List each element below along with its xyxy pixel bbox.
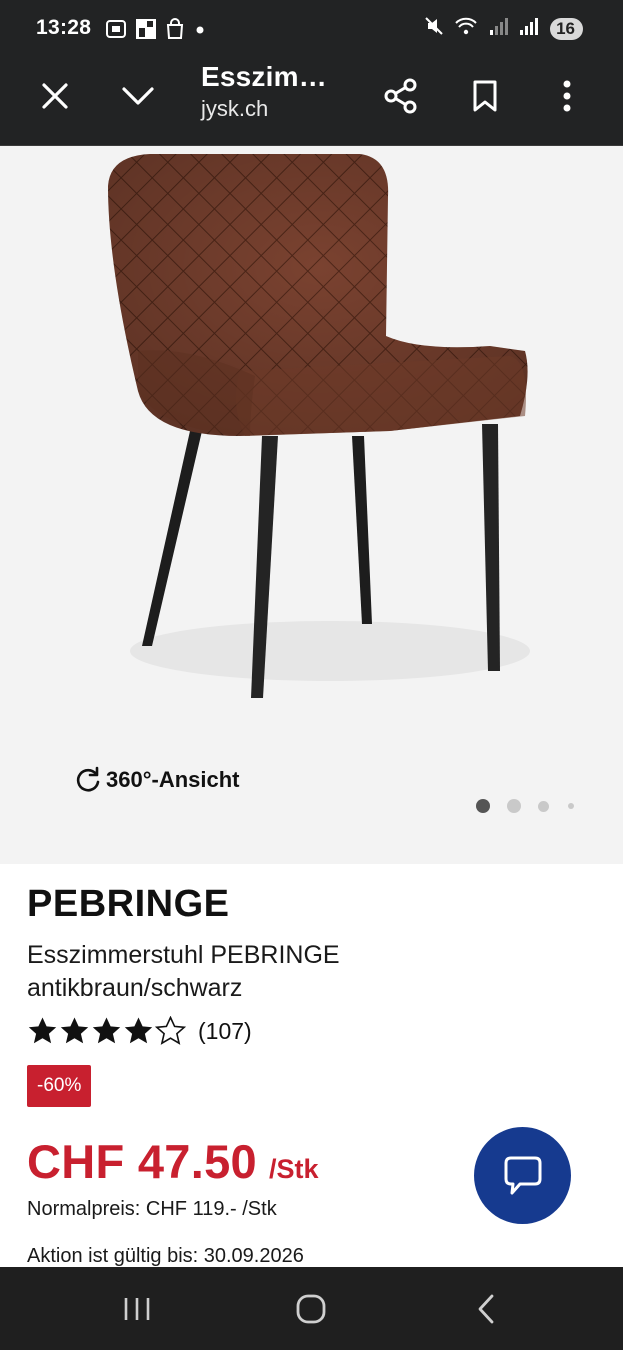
view-360-label: 360°-Ansicht xyxy=(106,767,240,792)
status-bar: 13:28 16 xyxy=(0,0,623,60)
browser-app-bar: Esszim… jysk.ch xyxy=(0,60,623,146)
chat-button[interactable] xyxy=(474,1127,571,1224)
product-price: CHF 47.50 /Stk xyxy=(27,1134,319,1189)
bookmark-icon xyxy=(473,80,497,112)
discount-badge: -60% xyxy=(27,1065,92,1107)
rotate-icon xyxy=(76,766,100,792)
signal-icon xyxy=(488,16,509,41)
back-icon xyxy=(478,1294,494,1324)
page-title: Esszim… xyxy=(201,61,327,92)
screenshot-icon xyxy=(105,19,127,44)
carousel-dot[interactable] xyxy=(507,799,521,813)
rating-count: (107) xyxy=(198,1017,252,1044)
signal-roaming-icon xyxy=(518,16,540,41)
more-options-button[interactable] xyxy=(543,72,591,120)
star-empty-icon xyxy=(155,1016,186,1045)
view-360-button[interactable]: 360°-Ansicht xyxy=(74,766,240,794)
rating-stars xyxy=(27,1016,186,1046)
status-left-icons xyxy=(105,18,207,45)
more-vertical-icon xyxy=(563,80,571,112)
carousel-dot[interactable] xyxy=(538,800,549,812)
product-rating[interactable]: (107) xyxy=(27,1016,252,1046)
status-time: 13:28 xyxy=(36,16,92,39)
star-filled-icon xyxy=(124,1017,153,1044)
offer-valid-until: Aktion ist gültig bis: 30.09.2026 xyxy=(27,1245,304,1267)
notification-dot-icon xyxy=(193,22,207,41)
product-brand: PEBRINGE xyxy=(27,883,230,925)
page-title-block[interactable]: Esszim… jysk.ch xyxy=(201,60,327,122)
close-icon xyxy=(42,83,68,109)
battery-icon: 16 xyxy=(550,17,583,40)
product-image xyxy=(108,154,530,698)
chat-bubble-icon xyxy=(504,1156,541,1194)
home-icon xyxy=(296,1294,326,1324)
star-filled-icon xyxy=(92,1017,121,1044)
product-image-carousel[interactable]: 360°-Ansicht xyxy=(0,146,623,864)
expand-button[interactable] xyxy=(114,72,162,120)
share-icon xyxy=(384,78,417,114)
product-subtitle: Esszimmerstuhl PEBRINGE antikbraun/schwa… xyxy=(27,941,340,1002)
star-filled-icon xyxy=(60,1017,89,1044)
wifi-icon xyxy=(454,16,478,41)
status-right-icons: 16 xyxy=(424,16,583,41)
shopping-bag-icon xyxy=(165,18,185,45)
gallery-icon xyxy=(135,18,157,45)
recents-icon xyxy=(124,1298,150,1320)
price-value: CHF 47.50 xyxy=(27,1135,257,1188)
carousel-dot[interactable] xyxy=(476,799,490,813)
carousel-dot[interactable] xyxy=(568,803,574,809)
share-button[interactable] xyxy=(377,72,425,120)
normal-price: Normalpreis: CHF 119.- /Stk xyxy=(27,1198,277,1220)
recents-button[interactable] xyxy=(115,1289,159,1329)
back-button[interactable] xyxy=(464,1289,508,1329)
bookmark-button[interactable] xyxy=(461,72,509,120)
close-button[interactable] xyxy=(31,72,79,120)
price-unit: /Stk xyxy=(268,1154,319,1184)
star-filled-icon xyxy=(28,1017,57,1044)
mute-icon xyxy=(424,16,444,41)
carousel-indicator xyxy=(476,799,574,813)
home-button[interactable] xyxy=(289,1289,333,1329)
product-info: PEBRINGE Esszimmerstuhl PEBRINGE antikbr… xyxy=(0,864,623,1267)
page-domain: jysk.ch xyxy=(201,96,269,121)
system-nav-bar xyxy=(0,1267,623,1350)
chevron-down-icon xyxy=(122,87,154,105)
